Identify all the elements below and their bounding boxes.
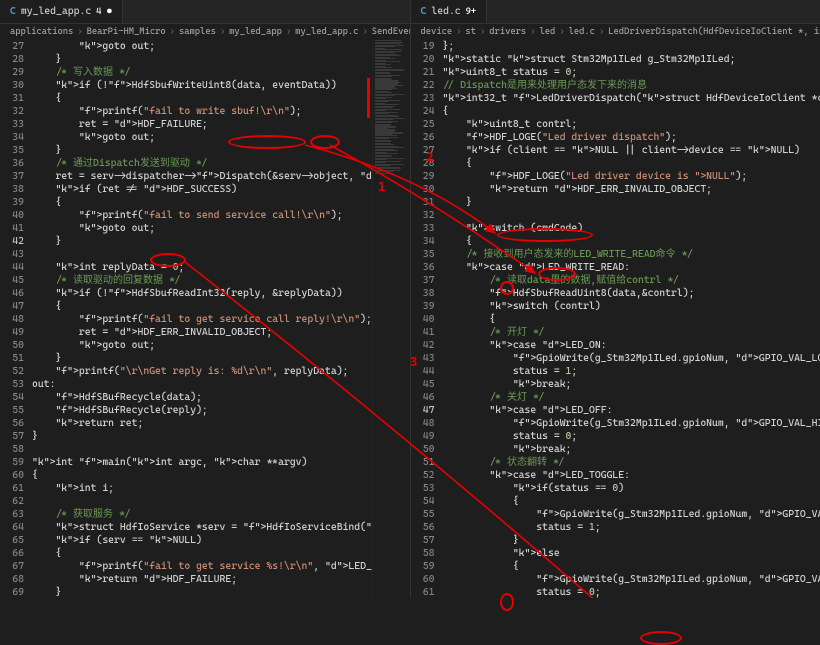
tab-label: my_led_app.c	[21, 6, 91, 17]
tab-modified-badge: 4 ●	[96, 7, 112, 17]
annotation-circle-case-led-write-read	[497, 228, 593, 242]
tab-label: led.c	[431, 6, 460, 17]
annotation-circle-reply-left	[150, 253, 186, 267]
left-editor[interactable]: 2728293031323334353637383940414243444546…	[0, 40, 410, 598]
right-breadcrumb[interactable]: device›st›drivers›led›led.c›LedDriverDis…	[411, 24, 820, 40]
right-code[interactable]: };"k">static "k">struct Stm32Mp1ILed g_S…	[443, 40, 820, 598]
annotation-circle-brace-right	[500, 281, 514, 295]
tab-led-c[interactable]: C led.c 9+	[411, 0, 488, 23]
annotation-label-3: 3	[410, 355, 418, 370]
overview-ruler-mark	[367, 78, 370, 118]
annotation-label-2: 2	[426, 150, 434, 165]
annotation-circle-contrl-right	[538, 267, 576, 281]
left-gutter: 2728293031323334353637383940414243444546…	[0, 40, 32, 598]
annotation-circle-brace-right-2	[500, 593, 514, 611]
left-minimap[interactable]	[372, 40, 410, 598]
left-tab-bar: C my_led_app.c 4 ●	[0, 0, 410, 24]
annotation-circle-status-right	[640, 631, 682, 645]
annotation-circle-led-write-read-left	[228, 135, 306, 149]
left-breadcrumb[interactable]: applications›BearPi-HM_Micro›samples›my_…	[0, 24, 410, 40]
right-gutter: 1920212223242526272829303132333435363738…	[411, 40, 443, 598]
annotation-circle-data-left	[310, 135, 340, 149]
c-file-icon: C	[10, 6, 16, 17]
right-editor[interactable]: 1920212223242526272829303132333435363738…	[411, 40, 820, 598]
left-editor-pane: C my_led_app.c 4 ● applications›BearPi-H…	[0, 0, 411, 598]
left-code[interactable]: "k">goto out; } /* 写入数据 */ "k">if (!"f">…	[32, 40, 372, 598]
annotation-label-1: 1	[378, 180, 386, 195]
c-file-icon: C	[421, 6, 427, 17]
right-editor-pane: C led.c 9+ device›st›drivers›led›led.c›L…	[411, 0, 820, 598]
tab-my-led-app-c[interactable]: C my_led_app.c 4 ●	[0, 0, 123, 23]
tab-modified-badge: 9+	[466, 7, 477, 17]
right-tab-bar: C led.c 9+	[411, 0, 820, 24]
